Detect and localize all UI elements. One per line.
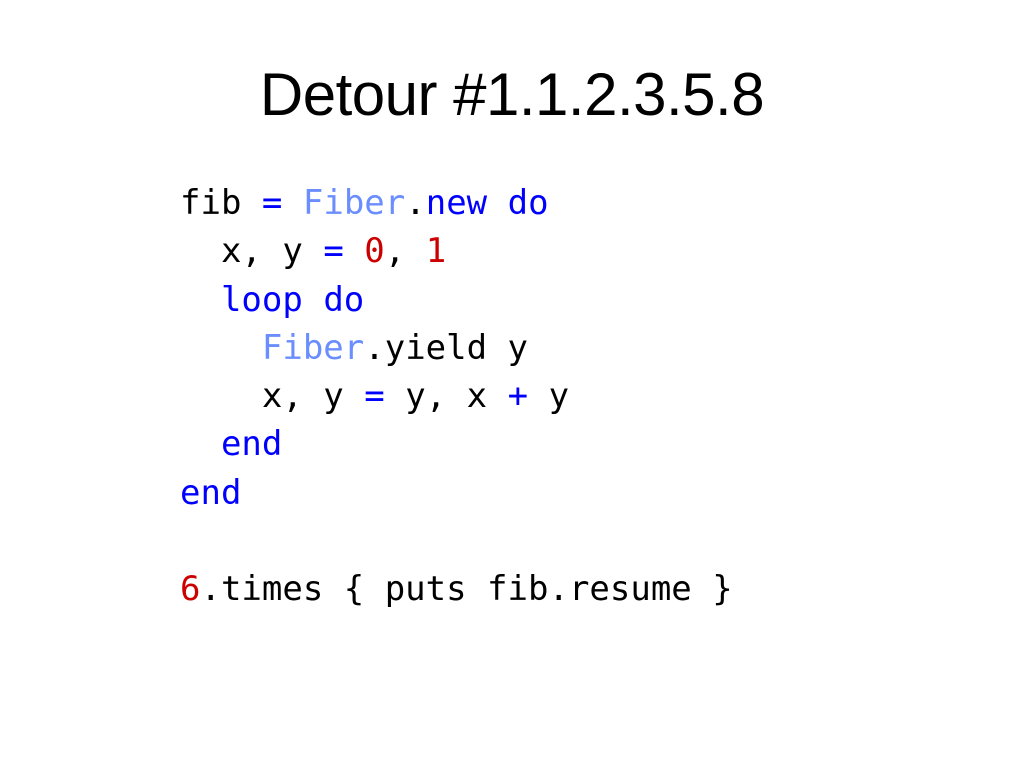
code-line-3: loop do [180,280,364,320]
ident-fib: fib [180,183,241,223]
code-line-7: end [180,473,241,513]
code-line-1: fib = Fiber.new do [180,183,549,223]
code-line-4: Fiber.yield y [180,328,528,368]
kw-do-inner: do [323,280,364,320]
kw-end-inner: end [221,424,282,464]
code-block: fib = Fiber.new do x, y = 0, 1 loop do F… [0,179,1024,613]
slide: Detour #1.1.2.3.5.8 fib = Fiber.new do x… [0,0,1024,768]
num-six: 6 [180,569,200,609]
kw-new: new [426,183,487,223]
code-line-9: 6.times { puts fib.resume } [180,569,733,609]
kw-do: do [508,183,549,223]
kw-loop: loop [221,280,303,320]
code-line-6: end [180,424,282,464]
code-line-5: x, y = y, x + y [180,376,569,416]
num-zero: 0 [364,231,384,271]
const-fiber: Fiber [303,183,405,223]
op-eq: = [262,183,282,223]
code-line-2: x, y = 0, 1 [180,231,446,271]
const-fiber-2: Fiber [262,328,364,368]
slide-title: Detour #1.1.2.3.5.8 [0,60,1024,129]
num-one: 1 [426,231,446,271]
kw-end: end [180,473,241,513]
op-plus: + [508,376,528,416]
